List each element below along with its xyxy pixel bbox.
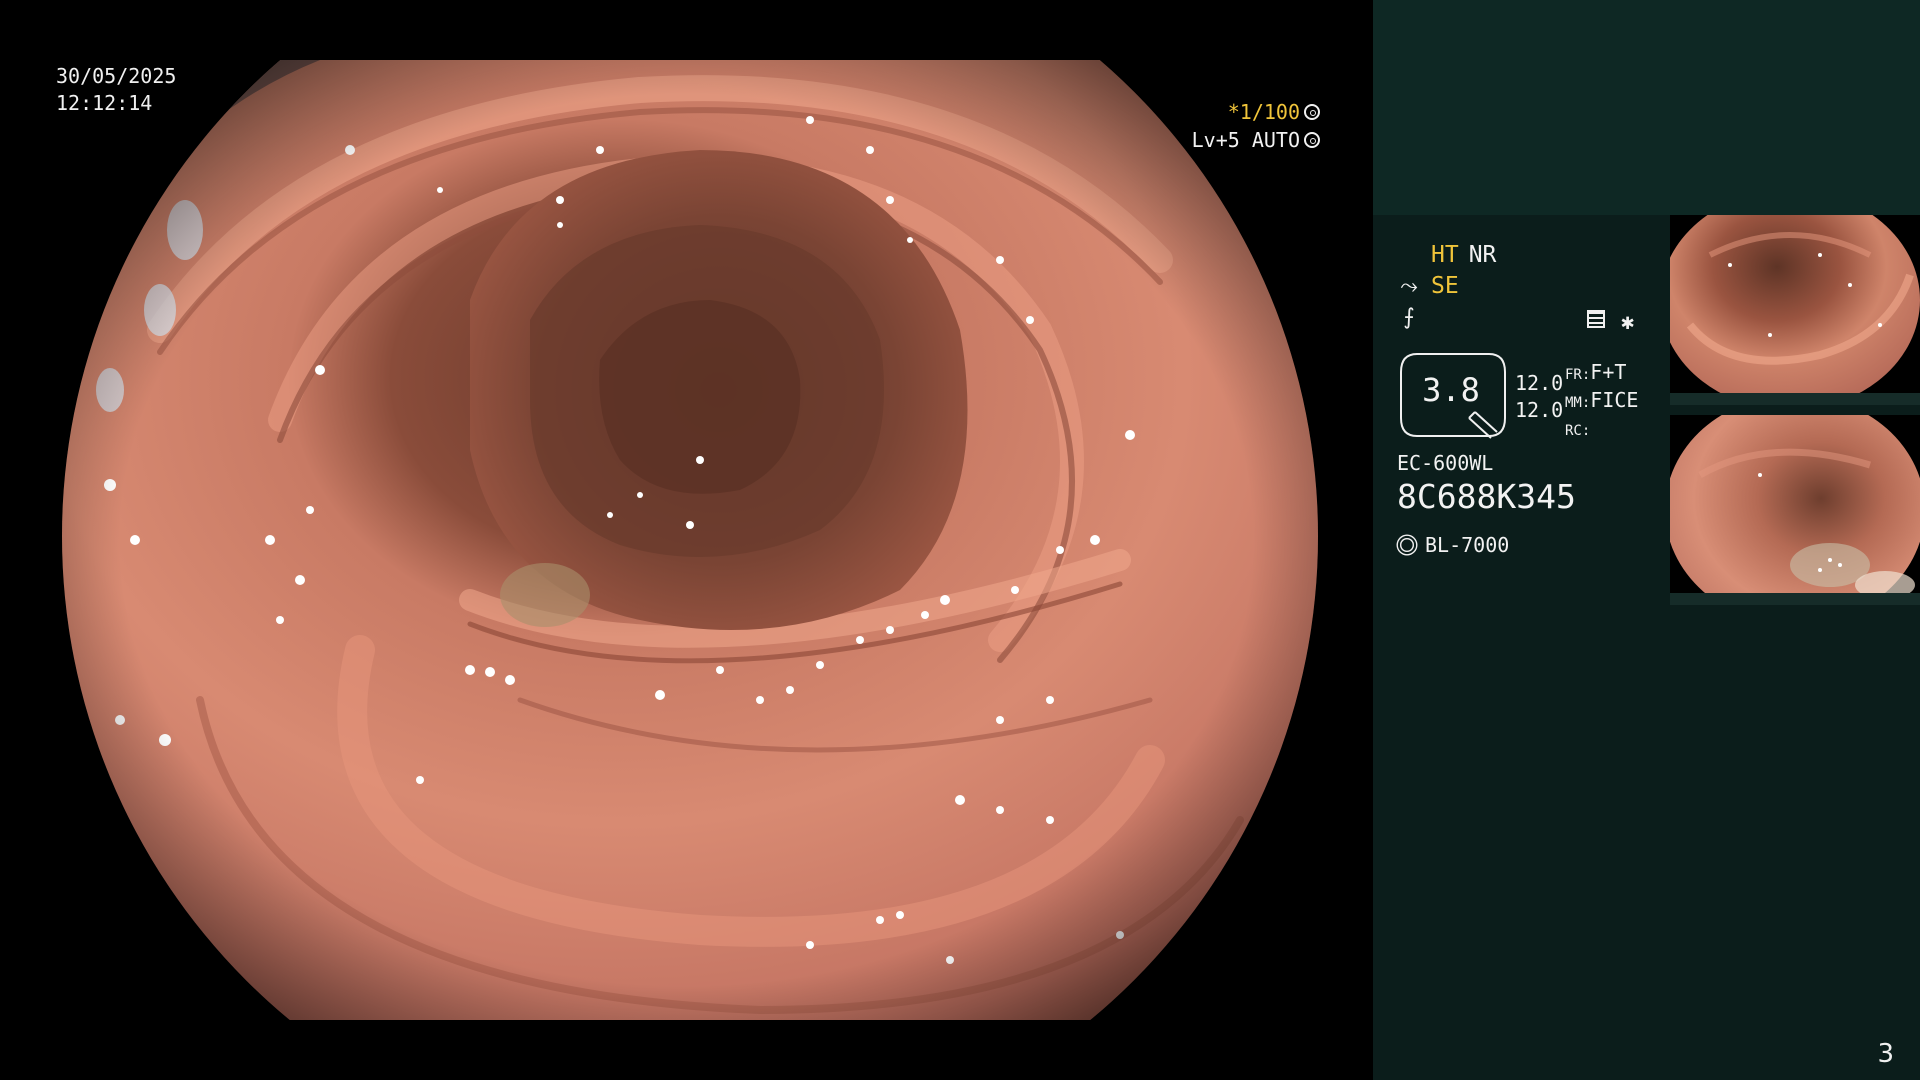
zoom-value: 3.8 [1422, 371, 1480, 409]
se-line: ⤳ SE [1397, 271, 1697, 302]
parameter-block: HT NR ⤳ SE ⨍ ✱ 3.8 12.0 12.0 FR:F+T MM:F… [1397, 240, 1697, 557]
zoom-bottom: 12.0 [1515, 398, 1564, 422]
zoom-top: 12.0 [1515, 371, 1564, 395]
level-text: Lv+5 AUTO [1191, 128, 1300, 152]
status-icons: ✱ [1587, 310, 1634, 335]
scope-serial: 8C688K345 [1397, 477, 1576, 516]
thumbnail-1[interactable] [1670, 215, 1920, 405]
endoscope-image [62, 60, 1318, 1020]
color-line: ⨍ [1397, 302, 1697, 333]
color-tone-icon: ⨍ [1403, 305, 1415, 330]
fr-value: F+T [1590, 360, 1627, 384]
fr-key: FR: [1565, 367, 1591, 383]
time-text: 12:12:14 [56, 91, 153, 115]
zoom-indicator: 3.8 12.0 12.0 FR:F+T MM:FICE RC: [1397, 350, 1697, 450]
rc-line: RC: [1565, 416, 1638, 444]
mode-column: FR:F+T MM:FICE RC: [1565, 360, 1638, 444]
page-number: 3 [1877, 1039, 1894, 1069]
timestamp: 30/05/2025 12:12:14 [56, 63, 176, 117]
ht-nr-line: HT NR [1397, 240, 1697, 271]
date-text: 30/05/2025 [56, 64, 177, 88]
light-source-icon [1400, 538, 1414, 552]
shutter-row: *1/100 [1192, 98, 1320, 126]
mm-line: MM:FICE [1565, 388, 1638, 416]
structure-enhance-icon: ⤳ [1400, 274, 1418, 299]
shutter-text: *1/100 [1227, 100, 1300, 124]
mm-value: FICE [1590, 388, 1639, 412]
ht-label: HT [1431, 242, 1459, 268]
scope-model: EC-600WL [1397, 451, 1494, 475]
freeze-lines-icon [1587, 310, 1605, 328]
aperture-icon [1304, 104, 1320, 120]
info-panel: HT NR ⤳ SE ⨍ ✱ 3.8 12.0 12.0 FR:F+T MM:F… [1373, 0, 1920, 1080]
se-label: SE [1431, 273, 1459, 299]
fr-line: FR:F+T [1565, 360, 1638, 388]
zoom-range: 12.0 12.0 [1515, 370, 1563, 424]
endoscope-view: 30/05/2025 12:12:14 *1/100 Lv+5 AUTO [0, 0, 1373, 1080]
thumbnail-image [1670, 415, 1920, 605]
nr-label: NR [1468, 242, 1497, 268]
light-source-text: BL-7000 [1425, 533, 1510, 557]
star-icon: ✱ [1621, 310, 1635, 335]
mm-key: MM: [1565, 395, 1591, 411]
thumbnail-image [1670, 215, 1920, 405]
level-row: Lv+5 AUTO [1192, 126, 1320, 154]
rc-key: RC: [1565, 423, 1591, 439]
aperture-icon [1304, 132, 1320, 148]
light-source: BL-7000 [1397, 530, 1509, 560]
exposure-settings: *1/100 Lv+5 AUTO [1192, 98, 1320, 154]
thumbnail-2[interactable] [1670, 415, 1920, 605]
panel-top-area [1373, 0, 1920, 215]
